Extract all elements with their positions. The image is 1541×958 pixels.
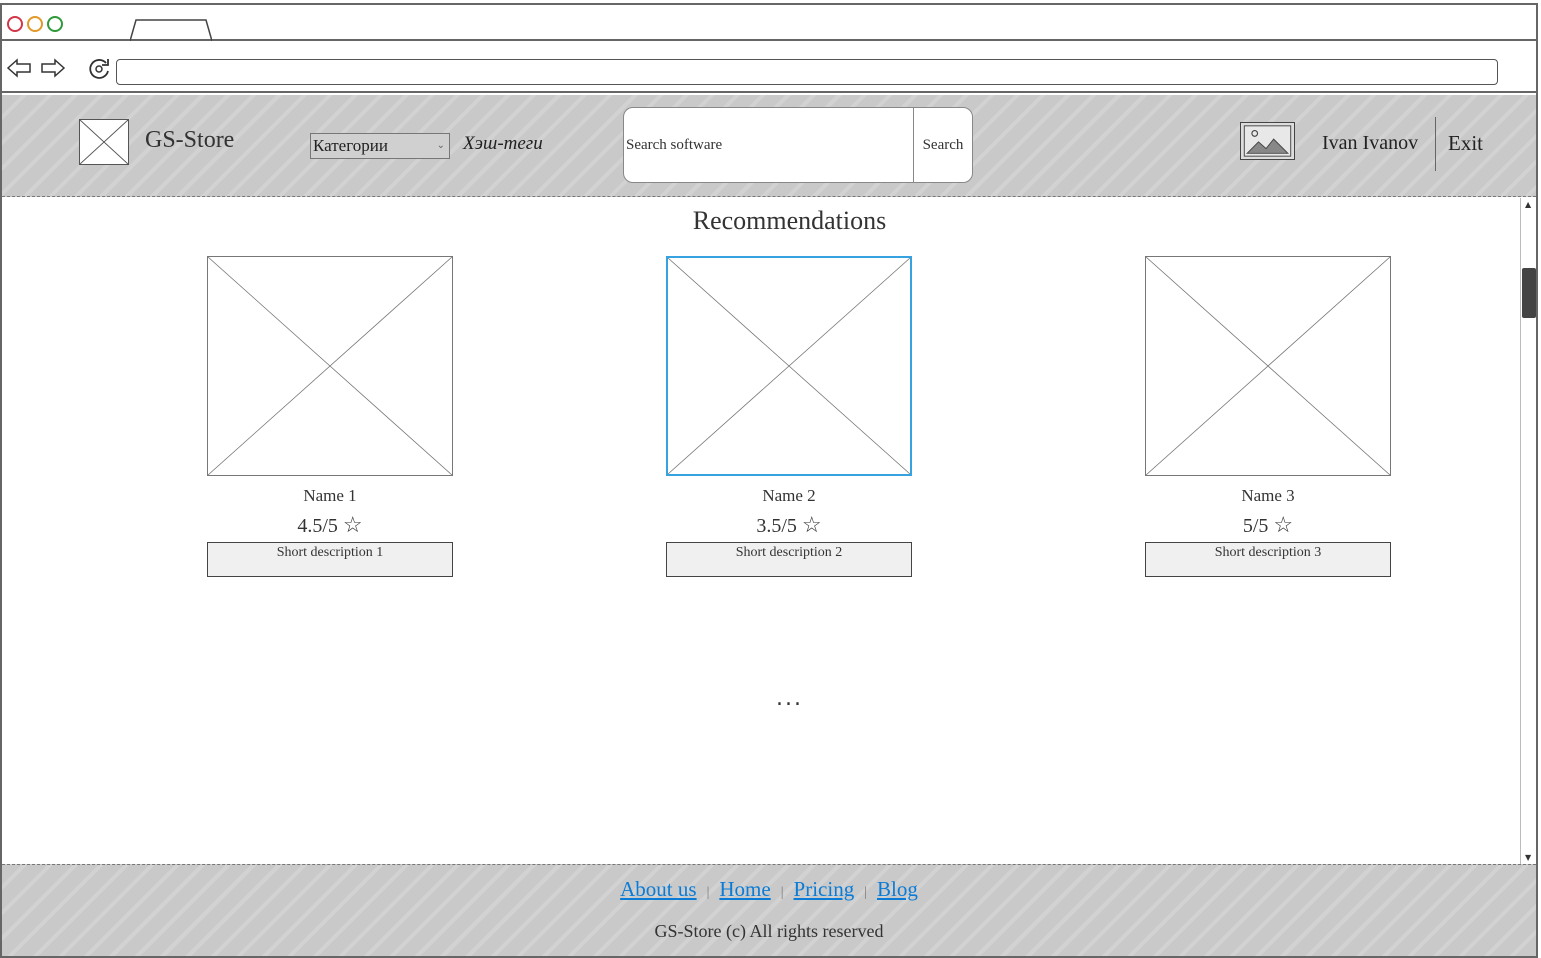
scroll-thumb[interactable]	[1522, 268, 1536, 318]
scroll-down-arrow-icon[interactable]: ▼	[1525, 853, 1531, 862]
footer-links: About us | Home | Pricing | Blog	[620, 877, 918, 901]
scroll-up-arrow-icon[interactable]: ▲	[1525, 200, 1531, 209]
product-name[interactable]: Name 3	[1145, 486, 1391, 506]
product-rating: 4.5/5 ☆	[207, 512, 453, 538]
close-window-button[interactable]	[7, 16, 23, 32]
product-description: Short description 1	[207, 542, 453, 577]
product-card[interactable]: Name 1 4.5/5 ☆ Short description 1	[207, 256, 453, 577]
category-dropdown[interactable]: Категории ⌄	[310, 133, 450, 159]
product-name[interactable]: Name 2	[666, 486, 912, 506]
hashtags-link[interactable]: Хэш-теги	[463, 133, 543, 155]
header-divider	[1435, 117, 1436, 171]
copyright-text: GS-Store (c) All rights reserved	[654, 921, 884, 941]
search-input[interactable]	[626, 132, 906, 158]
star-icon: ☆	[801, 512, 822, 537]
footer-link-blog[interactable]: Blog	[877, 877, 918, 901]
rating-value: 4.5/5	[297, 515, 338, 537]
back-arrow-icon[interactable]	[6, 55, 32, 81]
product-image-placeholder[interactable]	[207, 256, 453, 476]
product-rating: 3.5/5 ☆	[666, 512, 912, 538]
site-header: GS-Store Категории ⌄ Хэш-теги Search Iva…	[2, 95, 1536, 197]
site-footer: About us | Home | Pricing | Blog GS-Store (c) …	[2, 864, 1536, 956]
product-card[interactable]: Name 2 3.5/5 ☆ Short description 2	[666, 256, 912, 577]
search-box: Search	[623, 107, 973, 183]
browser-address-bar	[2, 43, 1536, 93]
search-button[interactable]: Search	[913, 108, 972, 182]
product-description: Short description 3	[1145, 542, 1391, 577]
product-image-placeholder[interactable]	[666, 256, 912, 476]
rating-value: 3.5/5	[756, 515, 797, 537]
forward-arrow-icon[interactable]	[40, 55, 66, 81]
product-card[interactable]: Name 3 5/5 ☆ Short description 3	[1145, 256, 1391, 577]
section-title: Recommendations	[692, 206, 887, 235]
footer-link-pricing[interactable]: Pricing	[794, 877, 855, 901]
logo-image[interactable]	[79, 119, 129, 165]
footer-link-home[interactable]: Home	[719, 877, 770, 901]
product-description: Short description 2	[666, 542, 912, 577]
star-icon: ☆	[1273, 512, 1294, 537]
more-indicator: ...	[776, 686, 803, 711]
browser-titlebar	[2, 5, 1536, 41]
site-name[interactable]: GS-Store	[145, 127, 234, 154]
chevron-down-icon: ⌄	[436, 140, 445, 151]
main-content: Recommendations Name 1 4.5/5 ☆ Short des…	[2, 198, 1520, 864]
url-input[interactable]	[116, 59, 1498, 85]
product-image-placeholder[interactable]	[1145, 256, 1391, 476]
star-icon: ☆	[342, 512, 363, 537]
minimize-window-button[interactable]	[27, 16, 43, 32]
avatar[interactable]	[1240, 122, 1295, 160]
category-dropdown-value: Категории	[313, 136, 388, 155]
product-name[interactable]: Name 1	[207, 486, 453, 506]
user-name[interactable]: Ivan Ivanov	[1322, 132, 1418, 155]
rating-value: 5/5	[1242, 515, 1269, 537]
reload-icon[interactable]	[86, 55, 112, 81]
footer-link-about-us[interactable]: About us	[620, 877, 696, 901]
browser-tab[interactable]	[130, 19, 212, 41]
product-rating: 5/5 ☆	[1145, 512, 1391, 538]
vertical-scrollbar[interactable]: ▲ ▼	[1520, 198, 1536, 864]
exit-link[interactable]: Exit	[1448, 131, 1483, 156]
maximize-window-button[interactable]	[47, 16, 63, 32]
